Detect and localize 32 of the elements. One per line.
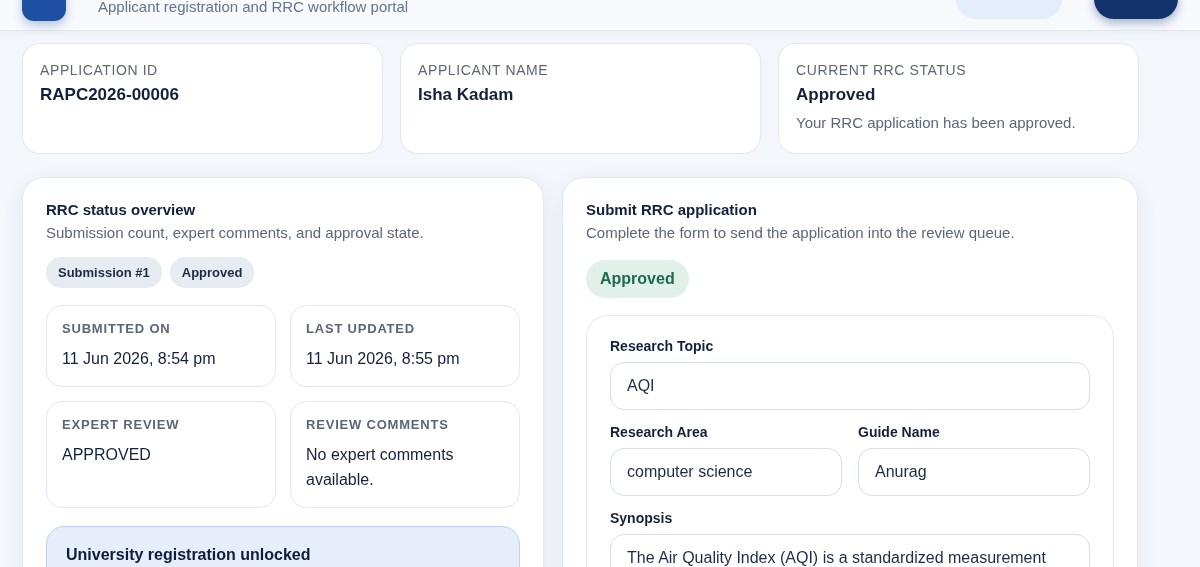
status-chip: Submission #1 xyxy=(46,257,162,288)
detail-value: No expert comments available. xyxy=(306,445,455,490)
detail-label: SUBMITTED ON xyxy=(62,321,172,336)
status-badge: Approved xyxy=(586,260,689,298)
input-field[interactable]: computer science xyxy=(610,448,842,496)
detail-value: 11 Jun 2026, 8:55 pm xyxy=(306,349,461,369)
card-label: APPLICATION ID xyxy=(40,62,159,78)
field-label: Research Area xyxy=(610,424,709,440)
card-label: CURRENT RRC STATUS xyxy=(796,62,968,78)
status-chip: Approved xyxy=(169,257,255,288)
section-title: Submit RRC application xyxy=(586,201,758,218)
detail-label: EXPERT REVIEW xyxy=(62,417,181,432)
detail-value: APPROVED xyxy=(62,445,152,465)
card-value: RAPC2026-00006 xyxy=(40,85,180,105)
card-label: APPLICANT NAME xyxy=(418,62,550,78)
input-field[interactable]: Anurag xyxy=(858,448,1090,496)
card-value: Approved xyxy=(796,85,877,105)
field-label: Research Topic xyxy=(610,338,715,354)
section-title: RRC status overview xyxy=(46,201,197,218)
detail-value: 11 Jun 2026, 8:54 pm xyxy=(62,349,217,369)
notice-title: University registration unlocked xyxy=(66,546,312,564)
section-subtitle: Complete the form to send the application into the review queue. xyxy=(586,224,1016,241)
detail-label: LAST UPDATED xyxy=(306,321,417,336)
detail-label: REVIEW COMMENTS xyxy=(306,417,450,432)
card-value: Isha Kadam xyxy=(418,85,515,105)
header-subtitle: Applicant registration and RRC workflow portal xyxy=(98,0,410,15)
status-note: Your RRC application has been approved. xyxy=(796,114,1077,131)
text-area[interactable]: The Air Quality Index (AQI) is a standardized measurement xyxy=(610,534,1090,567)
field-label: Synopsis xyxy=(610,510,674,526)
input-field[interactable]: AQI xyxy=(610,362,1090,410)
field-label: Guide Name xyxy=(858,424,941,440)
section-subtitle: Submission count, expert comments, and approval state. xyxy=(46,224,425,241)
